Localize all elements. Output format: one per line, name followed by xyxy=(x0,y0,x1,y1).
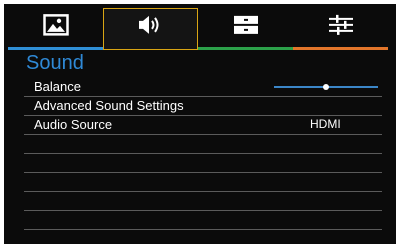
menu-item-audio-source[interactable]: Audio Source HDMI xyxy=(24,116,382,135)
menu-item-label: Audio Source xyxy=(34,117,113,132)
menu-item-balance[interactable]: Balance xyxy=(24,78,382,97)
empty-menu-row xyxy=(24,173,382,192)
balance-slider[interactable] xyxy=(274,84,378,90)
audio-source-value: HDMI xyxy=(310,117,341,131)
menu-item-advanced-sound-settings[interactable]: Advanced Sound Settings xyxy=(24,97,382,116)
setup-icon xyxy=(233,14,259,41)
settings-sliders-icon xyxy=(328,14,354,41)
tv-menu-screen: Sound Balance Advanced Sound Settings Au… xyxy=(4,4,396,244)
empty-menu-row xyxy=(24,192,382,211)
tab-sound[interactable] xyxy=(103,8,198,50)
menu-item-label: Balance xyxy=(34,79,81,94)
tab-picture[interactable] xyxy=(8,8,103,50)
sound-menu-list: Balance Advanced Sound Settings Audio So… xyxy=(24,78,382,244)
picture-icon xyxy=(42,14,69,41)
tab-settings-underline xyxy=(293,47,388,50)
tab-setup[interactable] xyxy=(198,8,293,50)
empty-menu-row xyxy=(24,230,382,244)
tab-picture-underline xyxy=(8,47,103,50)
empty-menu-row xyxy=(24,211,382,230)
category-tab-bar xyxy=(8,8,388,50)
speaker-icon xyxy=(137,14,165,41)
empty-menu-row xyxy=(24,154,382,173)
tab-settings[interactable] xyxy=(293,8,388,50)
tab-setup-underline xyxy=(198,47,293,50)
balance-slider-knob[interactable] xyxy=(323,84,329,90)
empty-menu-row xyxy=(24,135,382,154)
page-title: Sound xyxy=(26,52,84,74)
menu-item-label: Advanced Sound Settings xyxy=(34,98,184,113)
